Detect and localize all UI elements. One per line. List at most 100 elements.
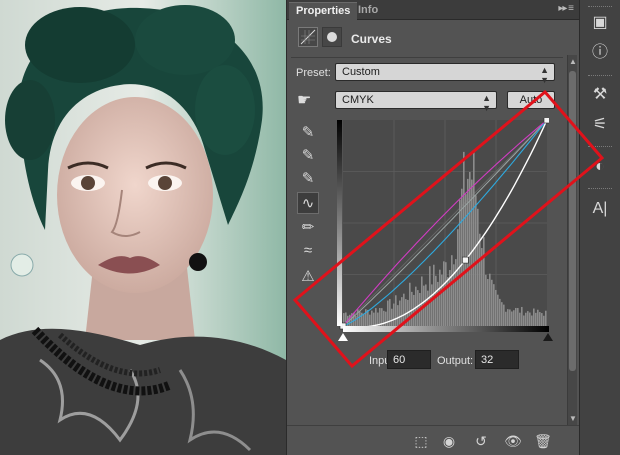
histogram-bar (493, 284, 495, 326)
histogram-bar (413, 294, 415, 326)
histogram-bar (401, 297, 403, 326)
histogram-bar (517, 308, 519, 326)
clip-to-layer-icon[interactable]: ⬚ (411, 431, 431, 451)
curve-point[interactable] (462, 256, 469, 264)
histogram-bar (539, 312, 541, 326)
black-point-eyedropper-icon[interactable]: ✎ (297, 122, 319, 144)
dock-grip (588, 188, 612, 190)
histogram-bar (435, 275, 437, 326)
panel-menu-icon[interactable]: ▸▸ ≡ (558, 3, 574, 14)
histogram-bar (503, 304, 505, 326)
histogram-bar (445, 262, 447, 326)
histogram-bar (405, 299, 407, 326)
3d-icon[interactable]: ▣ (588, 12, 612, 34)
histogram-bar (459, 199, 461, 326)
histogram-bar (527, 311, 529, 326)
curves-graph[interactable] (337, 118, 549, 336)
histogram-bar (499, 298, 501, 326)
brush-presets-icon[interactable]: ⚒ (588, 84, 612, 106)
histogram-bar (431, 284, 433, 326)
histogram-bar (479, 233, 481, 326)
output-label: Output: (437, 355, 474, 367)
white-point-slider[interactable] (543, 333, 553, 341)
histogram-bar (391, 308, 393, 326)
tab-properties[interactable]: Properties (289, 2, 358, 20)
dock-grip (588, 75, 612, 77)
color-swatch-icon[interactable]: ◐ (588, 156, 612, 178)
histogram-bar (529, 312, 531, 326)
histogram-bar (481, 248, 483, 326)
histogram-bar (491, 279, 493, 326)
curve-edit-icon[interactable]: ∿ (297, 192, 319, 214)
pencil-icon[interactable]: ✏ (297, 217, 319, 239)
histogram-bar (487, 279, 489, 326)
histogram-bar (497, 294, 499, 326)
curve-point[interactable] (543, 118, 549, 124)
adjustments-icon[interactable]: ⚟ (588, 114, 612, 136)
histogram-bar (425, 284, 427, 326)
preset-dropdown[interactable]: Custom ▲ ▼ (335, 63, 555, 85)
dropdown-arrow-icon: ▲ ▼ (540, 65, 549, 85)
histogram-bar (469, 171, 471, 326)
histogram-bar (363, 313, 365, 326)
histogram-bar (415, 286, 417, 326)
icon-dock: ▣ ⓘ ⚒ ⚟ ◐ A| (579, 0, 620, 455)
tab-info[interactable]: Info (351, 2, 385, 20)
scroll-thumb[interactable] (569, 71, 576, 371)
histogram-bar (507, 309, 509, 326)
histogram-bar (423, 285, 425, 326)
panel-title: Curves (351, 32, 392, 46)
white-point-eyedropper-icon[interactable]: ✎ (297, 168, 319, 190)
histogram-bar (501, 302, 503, 326)
histogram-bar (485, 274, 487, 326)
mask-icon[interactable] (322, 27, 342, 47)
smooth-icon[interactable]: ≈ (297, 240, 319, 262)
histogram-bar (509, 309, 511, 326)
histogram-bar (439, 269, 441, 326)
output-field[interactable]: 32 (475, 350, 519, 369)
black-point-slider[interactable] (338, 333, 348, 341)
histogram-bar (409, 282, 411, 326)
properties-panel: Properties Info ▸▸ ≡ Curves Preset: Cust… (286, 0, 579, 455)
histogram-bar (403, 293, 405, 326)
visibility-icon[interactable]: 👁 (503, 431, 523, 451)
view-previous-icon[interactable]: ◉ (439, 431, 459, 451)
histogram-bar (489, 273, 491, 326)
input-gradient (343, 326, 549, 332)
gray-point-eyedropper-icon[interactable]: ✎ (297, 145, 319, 167)
delete-icon[interactable]: 🗑 (533, 431, 553, 451)
histogram-bar (411, 291, 413, 326)
histogram-bar (495, 289, 497, 326)
histogram-bar (537, 309, 539, 326)
on-image-adjust-icon[interactable]: ☛ (297, 90, 321, 110)
info-icon[interactable]: ⓘ (588, 42, 612, 64)
histogram-bar (373, 312, 375, 326)
channel-dropdown[interactable]: CMYK ▲ ▼ (335, 91, 497, 113)
histogram-bar (477, 208, 479, 326)
histogram-bar (379, 308, 381, 326)
auto-button[interactable]: Auto (507, 91, 555, 109)
histogram-bar (395, 295, 397, 326)
scroll-up-icon[interactable]: ▲ (569, 57, 577, 66)
histogram-bar (533, 308, 535, 326)
histogram-bar (417, 290, 419, 326)
preset-value: Custom (342, 66, 380, 78)
scroll-down-icon[interactable]: ▼ (569, 414, 577, 423)
histogram-bar (545, 310, 547, 326)
panel-scrollbar[interactable]: ▲ ▼ (567, 55, 577, 425)
dropdown-arrow-icon: ▲ ▼ (482, 93, 491, 113)
histogram-bar (505, 311, 507, 326)
dock-grip (588, 146, 612, 148)
input-field[interactable]: 60 (387, 350, 431, 369)
reset-icon[interactable]: ↺ (471, 431, 491, 451)
clipping-warning-icon[interactable]: ⚠ (297, 266, 319, 288)
output-gradient (337, 120, 342, 326)
histogram-bar (427, 290, 429, 326)
histogram-bar (399, 300, 401, 326)
photo-preview (0, 0, 286, 455)
curves-adjustment-icon[interactable] (298, 27, 318, 47)
panel-tab-bar: Properties Info ▸▸ ≡ (287, 0, 579, 20)
dock-grip (588, 6, 612, 8)
histogram-bar (397, 305, 399, 326)
character-icon[interactable]: A| (588, 198, 612, 220)
